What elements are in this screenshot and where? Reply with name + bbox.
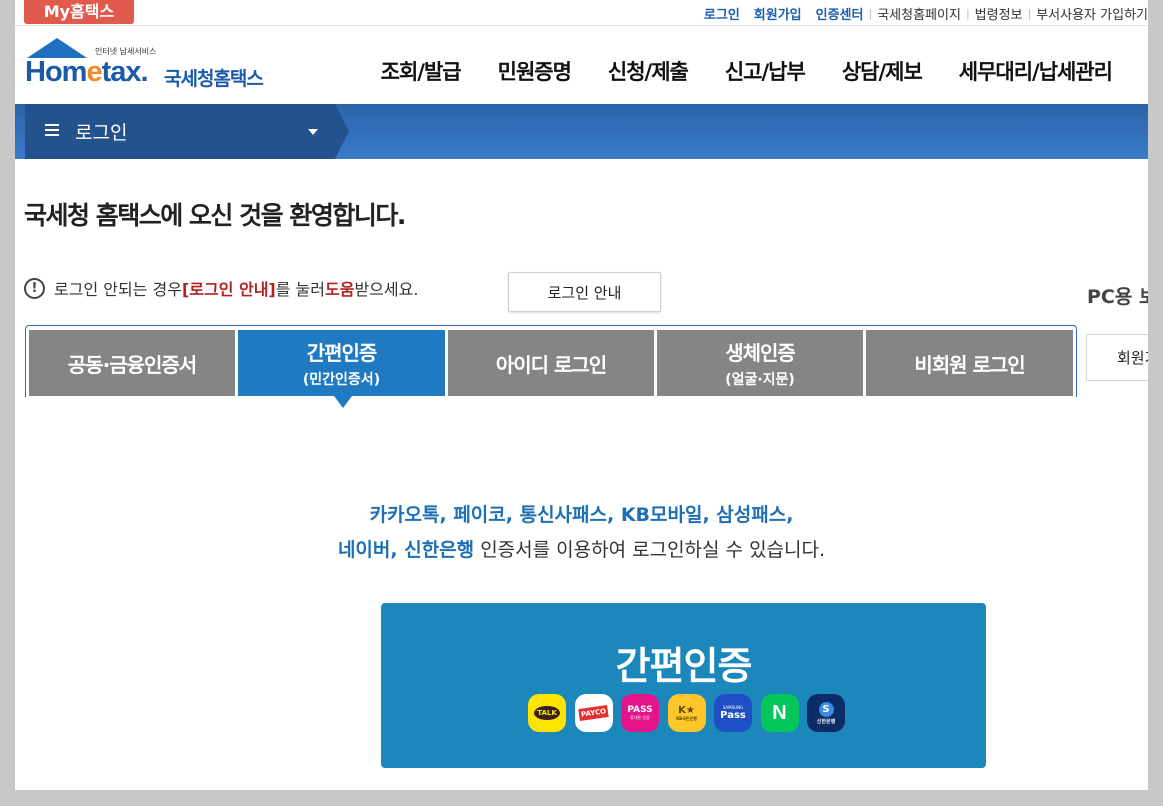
global-nav: 조회/발급 민원증명 신청/제출 신고/납부 상담/제보 세무대리/납세관리 [344, 56, 1113, 86]
naver-icon: N [760, 694, 799, 732]
gnb-item-report-pay[interactable]: 신고/납부 [725, 56, 806, 86]
tab-label: 간편인증 [306, 341, 378, 365]
location-band: 로그인 [15, 104, 1148, 159]
login-method-tabs: 공동·금융인증서 간편인증 (민간인증서) 아이디 로그인 생체인증 (얼굴·지… [29, 330, 1076, 408]
hometax-logo[interactable]: 인터넷 납세서비스 Hometax. 국세청홈택스 [23, 36, 283, 98]
tab-label: 공동·금융인증서 [67, 352, 197, 377]
chevron-down-icon [308, 129, 318, 135]
tab-sublabel: (얼굴·지문) [725, 372, 795, 388]
gnb-item-consult[interactable]: 상담/제보 [842, 56, 923, 86]
page-title: 국세청 홈택스에 오신 것을 환영합니다. [24, 201, 406, 230]
login-guide-button[interactable]: 로그인 안내 [508, 272, 661, 312]
tab-id-login[interactable]: 아이디 로그인 [448, 330, 654, 396]
tab-biometric[interactable]: 생체인증 (얼굴·지문) [657, 330, 863, 396]
samsung-pass-icon: SAMSUNG Pass [714, 694, 752, 732]
menu-icon [45, 124, 59, 136]
tab-easy-auth[interactable]: 간편인증 (민간인증서) [238, 330, 445, 408]
easy-auth-login-button[interactable]: 간편인증 TALK PAYCO PASS 휴대폰 인증 K★ KB국민은행 SA… [381, 603, 986, 768]
divider: | [1027, 7, 1032, 20]
provider-icons: TALK PAYCO PASS 휴대폰 인증 K★ KB국민은행 SAMSUNG… [528, 694, 854, 732]
cert-center-link[interactable]: 인증센터 [816, 4, 864, 23]
login-notice: ! 로그인 안되는 경우 [로그인 안내] 를 눌러 도움 받으세요. [24, 276, 418, 300]
divider: | [965, 7, 970, 20]
logo-wordmark: Hometax. [25, 56, 149, 88]
kb-icon: K★ KB국민은행 [667, 694, 706, 732]
notice-link-text: [로그인 안내] [181, 280, 276, 299]
tab-guest-login[interactable]: 비회원 로그인 [866, 330, 1073, 396]
notice-text: 로그인 안되는 경우 [54, 280, 182, 299]
utility-links: 로그인 회원가입 인증센터 | 국세청홈페이지 | 법령정보 | 부서사용자 가… [704, 4, 1148, 23]
notice-text: 를 눌러 [275, 280, 325, 299]
gnb-item-civil[interactable]: 민원증명 [498, 56, 572, 86]
tab-label: 생체인증 [725, 341, 796, 365]
gnb-item-inquiry[interactable]: 조회/발급 [381, 56, 462, 86]
location-label: 로그인 [75, 122, 128, 144]
easy-auth-title: 간편인증 [615, 644, 753, 688]
payco-icon: PAYCO [574, 694, 613, 732]
location-dropdown[interactable]: 로그인 [25, 104, 349, 159]
header: 인터넷 납세서비스 Hometax. 국세청홈택스 조회/발급 민원증명 신청/… [15, 26, 1148, 104]
logo-korean-name: 국세청홈택스 [164, 68, 264, 90]
signup-button[interactable]: 회원가입 [1086, 334, 1148, 381]
divider: | [868, 7, 873, 20]
intro-line-1: 카카오톡, 페이코, 통신사패스, KB모바일, 삼성패스, [15, 500, 1148, 527]
shinhan-icon: S 신한은행 [807, 694, 845, 732]
tab-joint-cert[interactable]: 공동·금융인증서 [29, 330, 235, 396]
signup-link[interactable]: 회원가입 [754, 4, 802, 23]
hometax-page: My홈택스 로그인 회원가입 인증센터 | 국세청홈페이지 | 법령정보 | 부… [15, 0, 1148, 790]
gnb-item-tax-agent[interactable]: 세무대리/납세관리 [959, 56, 1113, 86]
house-roof-icon [27, 38, 87, 58]
tab-label: 비회원 로그인 [914, 352, 1025, 377]
tab-label: 아이디 로그인 [495, 352, 607, 377]
intro-text: 인증서를 이용하여 로그인하실 수 있습니다. [474, 539, 826, 561]
notice-help-text: 도움 [324, 280, 355, 299]
provider-list-text: 네이버, 신한은행 [337, 539, 475, 561]
intro-line-2: 네이버, 신한은행 인증서를 이용하여 로그인하실 수 있습니다. [15, 535, 1148, 562]
gnb-item-apply[interactable]: 신청/제출 [608, 56, 689, 86]
alert-icon: ! [24, 277, 45, 299]
login-link[interactable]: 로그인 [704, 4, 740, 23]
dept-user-join-link[interactable]: 부서사용자 가입하기 [1036, 4, 1148, 23]
provider-list-text: 카카오톡, 페이코, 통신사패스, KB모바일, 삼성패스, [369, 504, 794, 526]
my-hometax-button[interactable]: My홈택스 [24, 0, 134, 24]
notice-text: 받으세요. [354, 280, 419, 299]
utility-bar: My홈택스 로그인 회원가입 인증센터 | 국세청홈페이지 | 법령정보 | 부… [15, 0, 1148, 26]
law-info-link[interactable]: 법령정보 [975, 4, 1023, 23]
kakao-icon: TALK [528, 694, 566, 732]
pass-icon: PASS 휴대폰 인증 [621, 694, 659, 732]
nts-homepage-link[interactable]: 국세청홈페이지 [877, 4, 961, 23]
pc-security-text: PC용 보안 [1087, 286, 1148, 308]
tab-sublabel: (민간인증서) [302, 372, 381, 388]
